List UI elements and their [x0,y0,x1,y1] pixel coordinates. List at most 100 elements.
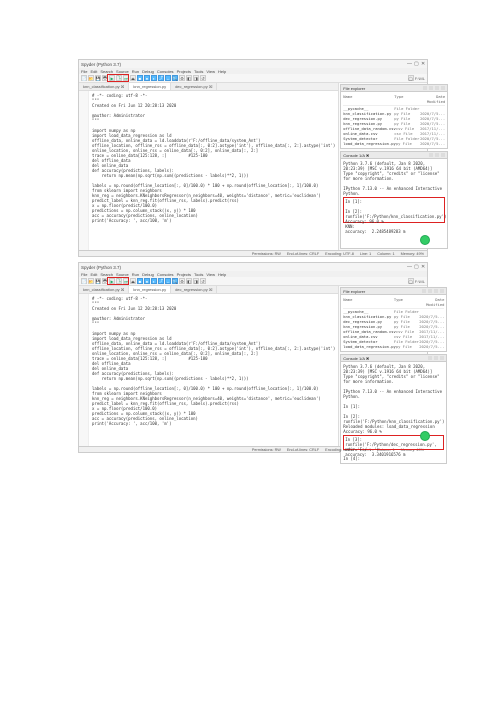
continue-icon[interactable]: ↔ [165,75,171,81]
run-selection-icon[interactable]: ⏏ [130,75,136,81]
maximize-icon[interactable]: ▢ [414,62,418,66]
open-file-icon[interactable]: 📂 [88,75,94,81]
console-tab[interactable]: Console 1/A ✖ [343,153,369,158]
run-selection-icon[interactable]: ⏏ [130,278,136,284]
layout2-icon[interactable]: ◨ [193,278,199,284]
menu-tools[interactable]: Tools [194,69,203,74]
run-cell-icon[interactable]: ⤵ [116,278,122,284]
menu-help[interactable]: Help [218,272,226,277]
console-menu-icon[interactable] [441,153,445,157]
python-path-icon[interactable]: ◯ [408,278,414,284]
menu-run[interactable]: Run [132,272,139,277]
run-icon[interactable]: ▶ [109,278,115,284]
open-file-icon[interactable]: 📂 [88,278,94,284]
console-opt-icon[interactable] [428,356,432,360]
step-icon[interactable]: ● [144,75,150,81]
menu-projects[interactable]: Projects [177,69,191,74]
tab-dec-regression[interactable]: dec_regression.py ☒ [171,286,217,293]
fe-icon1[interactable] [423,86,427,90]
layout-icon[interactable]: ◧ [186,75,192,81]
menu-projects[interactable]: Projects [177,272,191,277]
menu-file[interactable]: File [81,272,87,277]
menu-source[interactable]: Source [116,272,129,277]
menu-consoles[interactable]: Consoles [157,272,174,277]
back-icon[interactable]: ↺ [200,278,206,284]
col-name[interactable]: Name [343,297,394,307]
run-icon[interactable]: ▶ [109,75,115,81]
new-file-icon[interactable]: 📄 [81,278,87,284]
col-type[interactable]: Type [394,297,419,307]
run-cell-advance-icon[interactable]: ⏭ [123,75,129,81]
tab-knn-classification[interactable]: knn_classification.py ☒ [79,286,129,293]
tab-knn-regression[interactable]: knn_regression.py [129,83,171,90]
menu-consoles[interactable]: Consoles [157,69,174,74]
menu-view[interactable]: View [206,272,215,277]
step-into-icon[interactable]: ◐ [151,75,157,81]
new-file-icon[interactable]: 📄 [81,75,87,81]
save-all-icon[interactable]: 🖶 [102,75,108,81]
save-icon[interactable]: 💾 [95,278,101,284]
menu-debug[interactable]: Debug [142,69,154,74]
maximize-icon[interactable]: ▢ [414,265,418,269]
menu-file[interactable]: File [81,69,87,74]
working-dir[interactable]: F:\ML [415,76,425,81]
menu-source[interactable]: Source [116,69,129,74]
close-icon[interactable]: ✕ [421,62,425,66]
fe-icon3[interactable] [434,289,438,293]
fe-icon4[interactable] [440,289,444,293]
fe-icon2[interactable] [428,289,432,293]
tab-knn-classification[interactable]: knn_classification.py ☒ [79,83,129,90]
fe-icon1[interactable] [422,289,426,293]
console-menu-icon[interactable] [440,356,444,360]
console-stop-icon[interactable] [434,356,438,360]
layout2-icon[interactable]: ◨ [193,75,199,81]
layout-icon[interactable]: ◧ [186,278,192,284]
console-body[interactable]: Python 3.7.6 (default, Jan 8 2020, 20:23… [341,362,446,463]
step-into-icon[interactable]: ◐ [151,278,157,284]
minimize-icon[interactable]: — [407,265,411,269]
kite-indicator[interactable] [420,431,430,441]
code-editor[interactable]: # -*- coding: utf-8 -*- """ Created on F… [89,294,338,446]
step-out-icon[interactable]: ⤴ [158,75,164,81]
run-cell-icon[interactable]: ⤵ [116,75,122,81]
console-body[interactable]: Python 3.7.6 (default, Jan 8 2020, 20:23… [341,159,447,248]
stop-icon[interactable]: 🔍 [172,278,178,284]
minimize-icon[interactable]: — [407,62,411,66]
run-cell-advance-icon[interactable]: ⏭ [123,278,129,284]
menu-run[interactable]: Run [132,69,139,74]
menu-edit[interactable]: Edit [90,69,97,74]
stop-icon[interactable]: 🔍 [172,75,178,81]
continue-icon[interactable]: ↔ [165,278,171,284]
max-icon[interactable]: ⚙ [179,278,185,284]
col-type[interactable]: Type [394,94,420,104]
menu-view[interactable]: View [206,69,215,74]
col-name[interactable]: Name [343,94,394,104]
tab-knn-regression[interactable]: knn_regression.py [129,286,171,293]
max-icon[interactable]: ⚙ [179,75,185,81]
menu-debug[interactable]: Debug [142,272,154,277]
back-icon[interactable]: ↺ [200,75,206,81]
save-icon[interactable]: 💾 [95,75,101,81]
menu-search[interactable]: Search [100,272,113,277]
working-dir[interactable]: F:\ML [415,279,425,284]
fe-icon2[interactable] [429,86,433,90]
fe-icon4[interactable] [441,86,445,90]
step-icon[interactable]: ● [144,278,150,284]
python-path-icon[interactable]: ◯ [408,75,414,81]
col-date[interactable]: Date Modified [420,94,446,104]
menu-search[interactable]: Search [100,69,113,74]
fe-icon3[interactable] [435,86,439,90]
console-tab[interactable]: Console 1/A ✖ [343,356,369,361]
code-editor[interactable]: # -*- coding: utf-8 -*- """ Created on F… [89,91,338,250]
menu-tools[interactable]: Tools [194,272,203,277]
console-opt-icon[interactable] [429,153,433,157]
save-all-icon[interactable]: 🖶 [102,278,108,284]
menu-help[interactable]: Help [218,69,226,74]
tab-dec-regression[interactable]: dec_regression.py ☒ [171,83,217,90]
kite-indicator[interactable] [420,235,430,245]
menu-edit[interactable]: Edit [90,272,97,277]
close-icon[interactable]: ✕ [421,265,425,269]
console-stop-icon[interactable] [435,153,439,157]
step-out-icon[interactable]: ⤴ [158,278,164,284]
col-date[interactable]: Date Modified [419,297,444,307]
